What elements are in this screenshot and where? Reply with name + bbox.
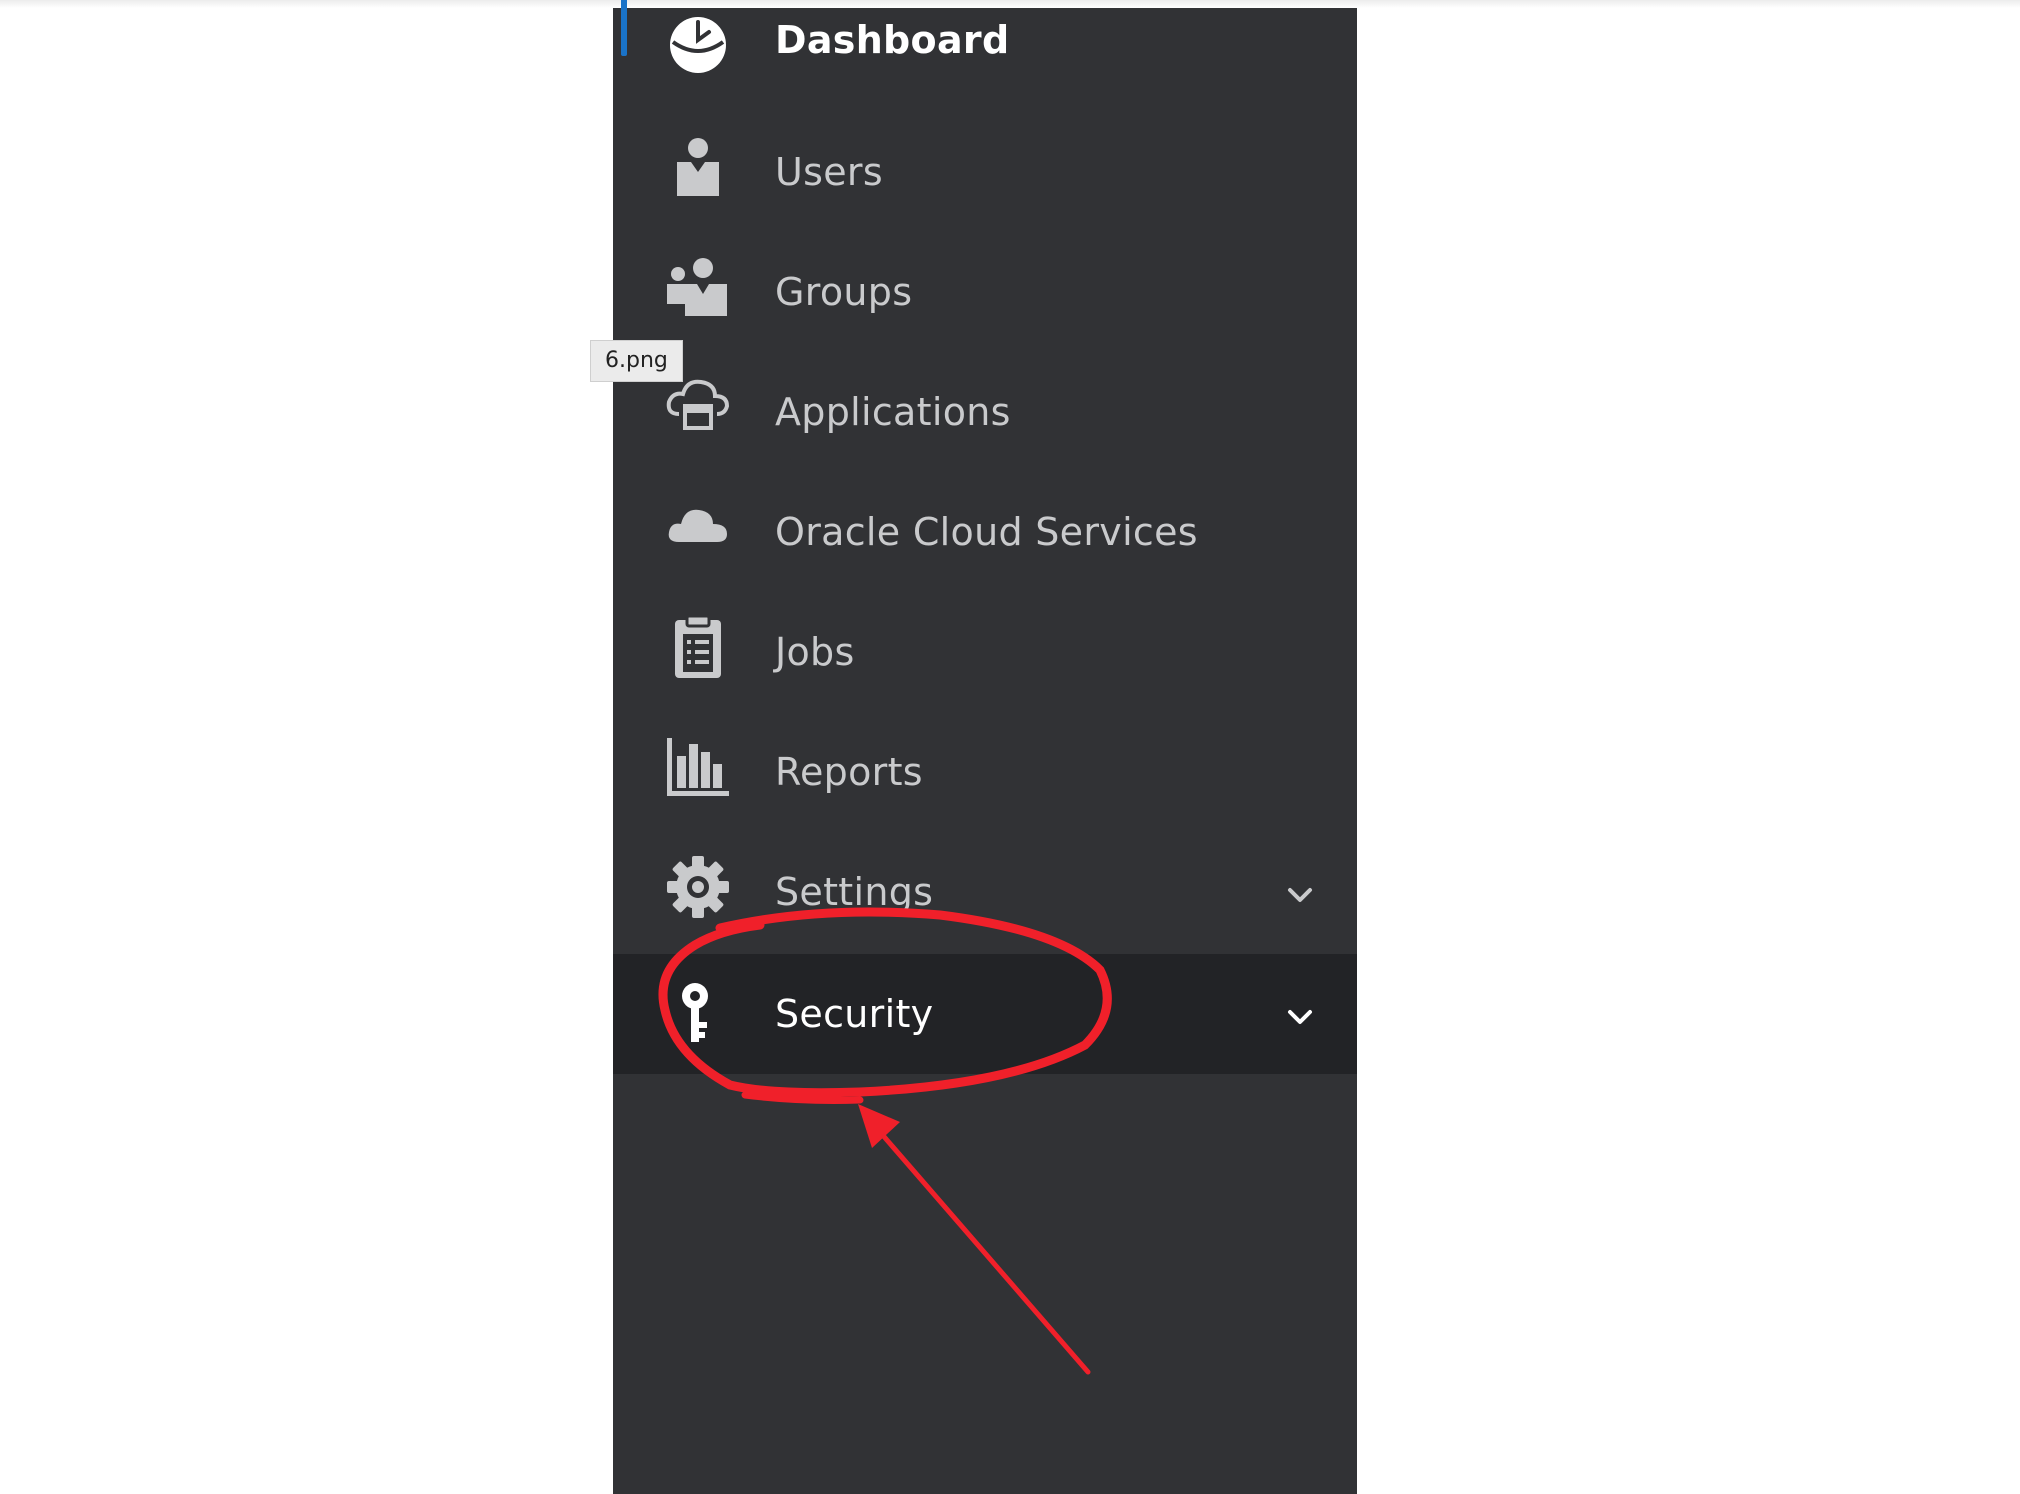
sidebar-item-label: Reports — [775, 750, 923, 794]
sidebar-item-dashboard[interactable]: Dashboard — [613, 0, 1357, 112]
sidebar-item-label: Dashboard — [775, 18, 1010, 62]
user-icon — [665, 134, 731, 200]
sidebar-item-reports[interactable]: Reports — [613, 712, 1357, 832]
key-icon — [665, 980, 731, 1046]
cloud-icon — [665, 494, 731, 560]
sidebar-item-label: Users — [775, 150, 883, 194]
dashboard-icon — [665, 12, 731, 78]
sidebar-item-groups[interactable]: Groups — [613, 232, 1357, 352]
gear-icon — [665, 854, 731, 920]
page: Dashboard Users Groups Applications Orac… — [0, 0, 2020, 1494]
filename-tooltip: 6.png — [590, 340, 683, 382]
sidebar-item-jobs[interactable]: Jobs — [613, 592, 1357, 712]
bar-chart-icon — [665, 734, 731, 800]
clipboard-icon — [665, 614, 731, 680]
chevron-down-icon[interactable] — [1285, 1002, 1315, 1032]
sidebar-item-settings[interactable]: Settings — [613, 832, 1357, 952]
sidebar-item-users[interactable]: Users — [613, 112, 1357, 232]
sidebar-nav: Dashboard Users Groups Applications Orac… — [613, 0, 1357, 1494]
groups-icon — [665, 254, 731, 320]
sidebar-item-applications[interactable]: Applications — [613, 352, 1357, 472]
sidebar-item-oracle-cloud-services[interactable]: Oracle Cloud Services — [613, 472, 1357, 592]
chevron-down-icon[interactable] — [1285, 880, 1315, 910]
cloud-app-icon — [665, 374, 731, 440]
sidebar-item-label: Applications — [775, 390, 1011, 434]
sidebar-item-label: Groups — [775, 270, 913, 314]
sidebar-item-label: Oracle Cloud Services — [775, 510, 1198, 554]
sidebar-item-label: Settings — [775, 870, 934, 914]
sidebar-item-security[interactable]: Security — [613, 954, 1357, 1074]
sidebar-item-label: Security — [775, 992, 934, 1036]
sidebar-item-label: Jobs — [775, 630, 855, 674]
